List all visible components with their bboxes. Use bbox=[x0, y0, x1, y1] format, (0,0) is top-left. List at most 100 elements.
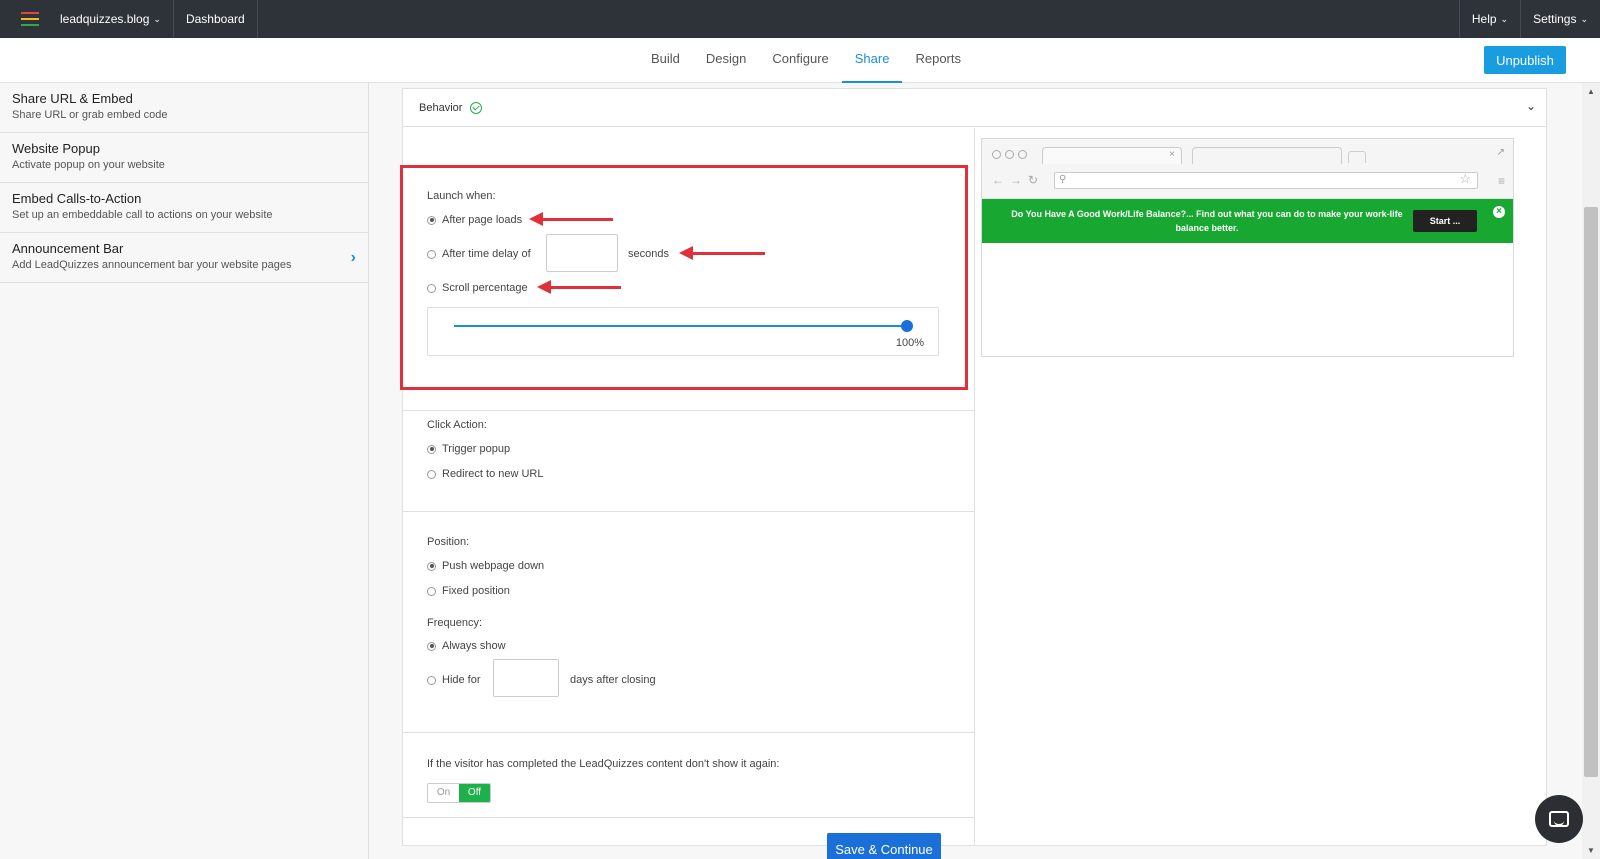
option-label: Redirect to new URL bbox=[442, 468, 544, 480]
tab-configure[interactable]: Configure bbox=[759, 38, 841, 83]
tab-design[interactable]: Design bbox=[693, 38, 759, 83]
radio-selected[interactable] bbox=[427, 444, 436, 454]
save-section: Save & Continue bbox=[403, 818, 975, 859]
scrollbar-thumb[interactable] bbox=[1584, 207, 1598, 777]
annotation-arrow-icon bbox=[679, 246, 765, 260]
tab-reports[interactable]: Reports bbox=[902, 38, 974, 83]
annotation-arrow-icon bbox=[529, 212, 613, 226]
site-switcher[interactable]: leadquizzes.blog ⌄ bbox=[60, 0, 174, 38]
behavior-settings: Launch when: After page loads After time… bbox=[400, 128, 975, 859]
behavior-header[interactable]: Behavior ⌄ bbox=[403, 89, 1546, 127]
position-option-fixed[interactable]: Fixed position bbox=[427, 585, 510, 597]
behavior-title: Behavior bbox=[419, 101, 463, 114]
sidebar-item-title: Embed Calls-to-Action bbox=[12, 191, 142, 206]
browser-tab: × bbox=[1042, 147, 1182, 164]
logo-icon bbox=[21, 12, 39, 26]
check-circle-icon bbox=[470, 101, 483, 114]
annotation-highlight-box bbox=[400, 165, 968, 390]
completed-label: If the visitor has completed the LeadQui… bbox=[427, 758, 780, 770]
help-label: Help bbox=[1471, 12, 1497, 26]
menu-icon: ≡ bbox=[1497, 174, 1505, 188]
sidebar-item-share-url[interactable]: Share URL & Embed Share URL or grab embe… bbox=[0, 83, 368, 133]
toggle-on[interactable]: On bbox=[428, 784, 459, 802]
position-section: Position: Push webpage down Fixed positi… bbox=[403, 512, 975, 733]
address-bar: ⚲ ☆ bbox=[1054, 171, 1478, 189]
radio-selected[interactable] bbox=[427, 561, 436, 571]
sidebar-item-desc: Set up an embeddable call to actions on … bbox=[12, 209, 273, 221]
completed-toggle[interactable]: On Off bbox=[427, 783, 491, 803]
option-label: Fixed position bbox=[442, 585, 510, 597]
chevron-down-icon: ⌄ bbox=[153, 13, 161, 24]
click-action-section: Click Action: Trigger popup Redirect to … bbox=[403, 411, 975, 512]
chevron-down-icon: ⌄ bbox=[1500, 13, 1509, 24]
completed-section: If the visitor has completed the LeadQui… bbox=[403, 733, 975, 818]
scroll-down-icon[interactable]: ▼ bbox=[1587, 846, 1595, 855]
browser-tab bbox=[1192, 147, 1342, 164]
star-icon: ☆ bbox=[1459, 171, 1471, 186]
radio-unselected[interactable] bbox=[427, 586, 436, 596]
popup-preview: × ↗ ←→↻ ⚲ ☆ ≡ Do You Have A Good Work/Li… bbox=[981, 138, 1514, 357]
settings-label: Settings bbox=[1533, 12, 1577, 26]
radio-unselected[interactable] bbox=[427, 469, 436, 479]
sidebar-item-title: Website Popup bbox=[12, 141, 100, 156]
dashboard-label: Dashboard bbox=[185, 12, 245, 26]
app-logo[interactable] bbox=[0, 0, 60, 38]
sidebar-item-title: Share URL & Embed bbox=[12, 91, 133, 106]
page-scrollbar[interactable]: ▲ ▼ bbox=[1582, 83, 1600, 859]
dashboard-link[interactable]: Dashboard bbox=[174, 0, 258, 38]
chevron-down-icon: ⌄ bbox=[1580, 13, 1588, 24]
chevron-right-icon: › bbox=[350, 249, 356, 266]
close-icon: × bbox=[1493, 206, 1505, 218]
sidebar-item-announcement-bar[interactable]: Announcement Bar Add LeadQuizzes announc… bbox=[0, 233, 368, 283]
settings-menu[interactable]: Settings ⌄ bbox=[1520, 0, 1600, 38]
search-icon: ⚲ bbox=[1059, 174, 1067, 185]
click-option-trigger[interactable]: Trigger popup bbox=[427, 443, 510, 455]
share-sidebar: Share URL & Embed Share URL or grab embe… bbox=[0, 83, 369, 859]
radio-selected[interactable] bbox=[427, 641, 436, 651]
position-label: Position: bbox=[427, 536, 470, 548]
banner-start-button: Start ... bbox=[1413, 210, 1477, 232]
window-controls-icon bbox=[992, 150, 1027, 159]
position-option-push[interactable]: Push webpage down bbox=[427, 560, 544, 572]
sidebar-item-website-popup[interactable]: Website Popup Activate popup on your web… bbox=[0, 133, 368, 183]
click-option-redirect[interactable]: Redirect to new URL bbox=[427, 468, 544, 480]
frequency-option-hide[interactable]: Hide for bbox=[427, 674, 481, 686]
click-action-label: Click Action: bbox=[427, 419, 487, 431]
sidebar-item-title: Announcement Bar bbox=[12, 241, 124, 256]
behavior-card: Behavior ⌄ Launch when: After page loads… bbox=[400, 88, 1547, 859]
save-continue-button[interactable]: Save & Continue bbox=[827, 833, 941, 859]
frequency-label: Frequency: bbox=[427, 617, 483, 629]
expand-icon: ↗ bbox=[1496, 147, 1505, 158]
browser-nav-icons: ←→↻ bbox=[992, 173, 1045, 187]
browser-chrome: × ↗ ←→↻ ⚲ ☆ ≡ bbox=[982, 139, 1513, 199]
radio-unselected[interactable] bbox=[427, 675, 436, 685]
option-label: Push webpage down bbox=[442, 560, 545, 572]
unpublish-button[interactable]: Unpublish bbox=[1484, 46, 1566, 74]
tab-share[interactable]: Share bbox=[841, 38, 903, 83]
help-menu[interactable]: Help ⌄ bbox=[1458, 0, 1520, 38]
new-tab-icon bbox=[1348, 151, 1366, 163]
sidebar-item-desc: Add LeadQuizzes announcement bar your we… bbox=[12, 259, 292, 271]
frequency-option-always[interactable]: Always show bbox=[427, 640, 506, 652]
tab-build[interactable]: Build bbox=[638, 38, 693, 83]
main-tabs: Build Design Configure Share Reports bbox=[638, 38, 974, 83]
scroll-up-icon[interactable]: ▲ bbox=[1587, 87, 1595, 96]
launch-section: Launch when: After page loads After time… bbox=[400, 128, 975, 411]
option-label: Hide for bbox=[442, 674, 481, 686]
site-name: leadquizzes.blog bbox=[60, 12, 150, 26]
hide-days-input[interactable] bbox=[493, 659, 559, 697]
sub-navbar: Build Design Configure Share Reports Unp… bbox=[0, 38, 1600, 83]
sidebar-item-desc: Activate popup on your website bbox=[12, 159, 165, 171]
sidebar-item-embed-cta[interactable]: Embed Calls-to-Action Set up an embeddab… bbox=[0, 183, 368, 233]
toggle-off[interactable]: Off bbox=[459, 784, 490, 802]
chat-icon bbox=[1549, 811, 1569, 827]
chevron-down-icon[interactable]: ⌄ bbox=[1526, 99, 1536, 113]
close-icon: × bbox=[1169, 149, 1175, 160]
announcement-banner-preview: Do You Have A Good Work/Life Balance?...… bbox=[982, 199, 1513, 243]
top-navbar: leadquizzes.blog ⌄ Dashboard Help ⌄ Sett… bbox=[0, 0, 1600, 38]
chat-widget-button[interactable] bbox=[1535, 795, 1583, 843]
option-label: Trigger popup bbox=[442, 443, 511, 455]
days-after-closing-label: days after closing bbox=[570, 674, 656, 686]
option-label: Always show bbox=[442, 640, 506, 652]
banner-text: Do You Have A Good Work/Life Balance?...… bbox=[1011, 209, 1403, 233]
